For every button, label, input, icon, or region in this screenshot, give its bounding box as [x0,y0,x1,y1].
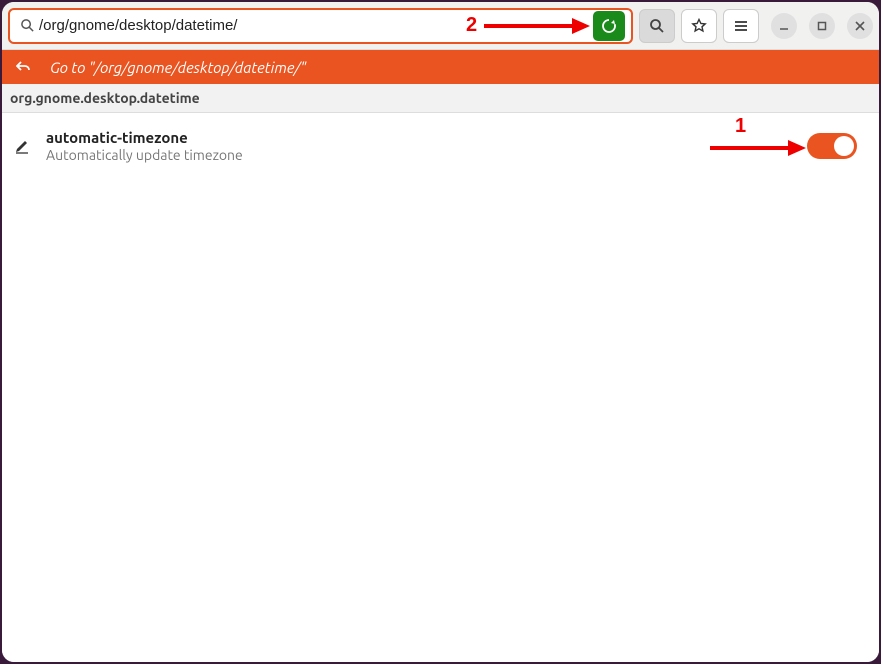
close-button[interactable] [847,13,873,39]
maximize-icon [816,20,828,32]
reload-button[interactable] [593,11,625,41]
minimize-icon [778,20,790,32]
setting-text: automatic-timezone Automatically update … [46,129,795,163]
toggle-knob [834,136,854,156]
toggle-automatic-timezone[interactable] [807,133,857,159]
search-container[interactable] [8,8,633,44]
schema-header: org.gnome.desktop.datetime [2,84,879,113]
find-button[interactable] [639,9,675,43]
search-icon [16,18,39,33]
close-icon [854,20,866,32]
go-to-text: Go to "/org/gnome/desktop/datetime/" [50,59,306,76]
setting-description: Automatically update timezone [46,147,795,163]
app-window: Go to "/org/gnome/desktop/datetime/" org… [2,2,879,662]
setting-name: automatic-timezone [46,129,795,146]
undo-icon [16,59,32,76]
titlebar [2,2,879,50]
setting-row-automatic-timezone[interactable]: automatic-timezone Automatically update … [2,113,879,173]
minimize-button[interactable] [771,13,797,39]
reload-icon [601,18,617,34]
settings-list: automatic-timezone Automatically update … [2,113,879,662]
go-to-bar[interactable]: Go to "/org/gnome/desktop/datetime/" [2,50,879,84]
search-input[interactable] [39,17,589,34]
menu-button[interactable] [723,9,759,43]
bookmark-button[interactable] [681,9,717,43]
edit-icon [12,137,34,155]
star-icon [691,18,707,34]
search-icon [649,18,665,34]
maximize-button[interactable] [809,13,835,39]
hamburger-icon [733,18,749,34]
